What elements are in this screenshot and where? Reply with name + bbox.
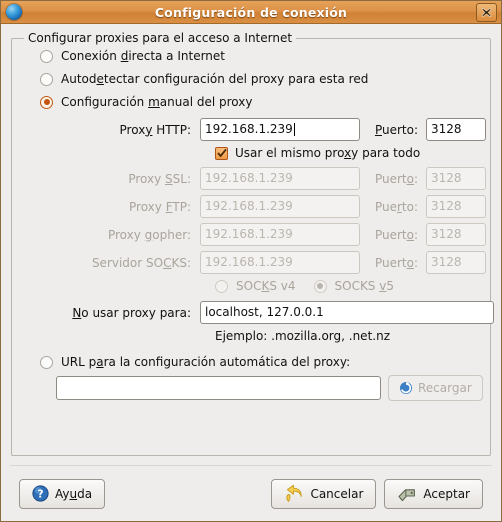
radio-indicator [40, 72, 53, 86]
http-proxy-row: Proxy HTTP: 192.168.1.239 Puerto: 3128 [24, 118, 486, 141]
socks-server-label: Servidor SOCKS: [91, 255, 191, 270]
radio-auto-config-url-label: URL para la configuración automática del… [61, 355, 351, 369]
radio-autodetect-label: Autodetectar configuración del proxy par… [61, 72, 369, 86]
help-button-label: Ayuda [55, 486, 93, 501]
socks-server-row: Servidor SOCKS: 192.168.1.239 Puerto: 31… [24, 251, 486, 274]
http-proxy-value: 192.168.1.239 [205, 122, 293, 136]
http-proxy-input[interactable]: 192.168.1.239 [200, 118, 360, 141]
radio-indicator-selected [40, 95, 53, 109]
http-proxy-label: Proxy HTTP: [119, 122, 191, 137]
apply-tag-icon [398, 488, 416, 501]
globe-icon [6, 4, 22, 20]
ssl-proxy-value: 192.168.1.239 [205, 171, 293, 185]
same-proxy-checkbox[interactable] [215, 146, 228, 160]
http-port-input[interactable]: 3128 [426, 118, 486, 141]
gopher-proxy-row: Proxy gopher: 192.168.1.239 Puerto: 3128 [24, 223, 486, 246]
accept-button[interactable]: Aceptar [384, 478, 483, 509]
ssl-proxy-row: Proxy SSL: 192.168.1.239 Puerto: 3128 [24, 167, 486, 190]
close-icon [481, 7, 492, 17]
gopher-port-input: 3128 [426, 223, 486, 246]
no-proxy-value: localhost, 127.0.0.1 [205, 305, 324, 319]
same-proxy-checkbox-row[interactable]: Usar el mismo proxy para todo [215, 146, 478, 160]
radio-direct-connection-label: Conexión directa a Internet [61, 49, 226, 63]
same-proxy-label: Usar el mismo proxy para todo [235, 146, 421, 160]
ssl-port-value: 3128 [431, 171, 462, 185]
radio-socks-v5-label: SOCKS v5 [334, 279, 395, 293]
ssl-proxy-label: Proxy SSL: [128, 171, 191, 186]
gopher-port-label: Puerto: [374, 227, 418, 242]
ftp-proxy-row: Proxy FTP: 192.168.1.239 Puerto: 3128 [24, 195, 486, 218]
text-caret [293, 123, 295, 136]
radio-socks-v4: SOCKS v4 [215, 279, 296, 293]
help-button[interactable]: ? Ayuda [19, 478, 106, 509]
reload-button-label: Recargar [418, 381, 472, 395]
accept-button-label: Aceptar [423, 486, 470, 501]
ftp-proxy-input: 192.168.1.239 [200, 195, 360, 218]
cancel-button-label: Cancelar [310, 486, 364, 501]
no-proxy-label: No usar proxy para: [72, 305, 191, 320]
refresh-icon [400, 381, 412, 394]
ftp-proxy-value: 192.168.1.239 [205, 199, 293, 213]
auto-config-url-row: Recargar [56, 375, 483, 401]
gopher-port-value: 3128 [431, 227, 462, 241]
group-legend: Configurar proxies para el acceso a Inte… [24, 31, 297, 45]
reload-button: Recargar [388, 375, 483, 401]
radio-socks-v4-label: SOCKS v4 [236, 279, 296, 293]
ftp-port-value: 3128 [431, 199, 462, 213]
auto-config-url-input[interactable] [56, 376, 381, 400]
socks-port-input: 3128 [426, 251, 486, 274]
radio-auto-config-url[interactable]: URL para la configuración automática del… [40, 355, 478, 369]
window-title: Configuración de conexión [154, 4, 348, 20]
dialog-action-bar: ? Ayuda Cancelar Aceptar [10, 466, 492, 521]
connection-settings-window: Configuración de conexión Configurar pro… [0, 0, 502, 522]
socks-port-value: 3128 [431, 255, 462, 269]
no-proxy-row: No usar proxy para: localhost, 127.0.0.1 [24, 301, 494, 324]
cancel-button[interactable]: Cancelar [271, 478, 377, 509]
socks-server-input: 192.168.1.239 [200, 251, 360, 274]
radio-manual-configuration[interactable]: Configuración manual del proxy [40, 95, 478, 109]
gopher-proxy-value: 192.168.1.239 [205, 227, 293, 241]
proxy-configuration-group: Configurar proxies para el acceso a Inte… [11, 31, 494, 456]
dialog-content: Configurar proxies para el acceso a Inte… [1, 24, 501, 521]
http-port-label: Puerto: [374, 122, 418, 137]
socks-port-label: Puerto: [374, 255, 418, 270]
radio-indicator-selected [313, 279, 327, 293]
radio-socks-v5: SOCKS v5 [313, 279, 395, 293]
ftp-port-label: Puerto: [374, 199, 418, 214]
help-icon: ? [32, 485, 49, 502]
radio-indicator [215, 279, 228, 293]
svg-text:?: ? [37, 488, 43, 500]
ssl-port-input: 3128 [426, 167, 486, 190]
gopher-proxy-input: 192.168.1.239 [200, 223, 360, 246]
gopher-proxy-label: Proxy gopher: [107, 227, 191, 242]
ftp-port-input: 3128 [426, 195, 486, 218]
ftp-proxy-label: Proxy FTP: [129, 199, 191, 214]
checkmark-icon [216, 148, 227, 158]
window-titlebar: Configuración de conexión [1, 1, 501, 24]
ssl-proxy-input: 192.168.1.239 [200, 167, 360, 190]
radio-direct-connection[interactable]: Conexión directa a Internet [40, 49, 478, 63]
socks-server-value: 192.168.1.239 [205, 255, 293, 269]
radio-indicator [40, 49, 53, 63]
ssl-port-label: Puerto: [374, 171, 418, 186]
no-proxy-input[interactable]: localhost, 127.0.0.1 [200, 301, 494, 324]
http-port-value: 3128 [431, 122, 462, 136]
radio-manual-configuration-label: Configuración manual del proxy [61, 95, 253, 109]
radio-indicator [40, 355, 53, 369]
undo-arrow-icon [286, 484, 303, 502]
close-button[interactable] [476, 2, 497, 22]
radio-autodetect[interactable]: Autodetectar configuración del proxy par… [40, 72, 478, 86]
no-proxy-example: Ejemplo: .mozilla.org, .net.nz [215, 329, 390, 343]
socks-version-row: SOCKS v4 SOCKS v5 [215, 279, 478, 293]
